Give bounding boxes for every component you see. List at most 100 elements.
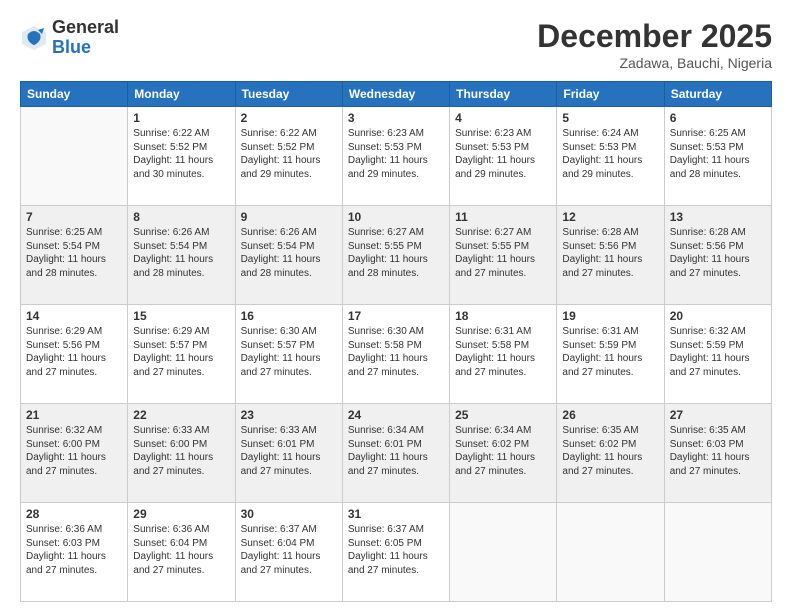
day-number: 5 <box>562 111 658 125</box>
cell-text: Sunrise: 6:32 AMSunset: 6:00 PMDaylight:… <box>26 424 122 478</box>
calendar-cell: 6 Sunrise: 6:25 AMSunset: 5:53 PMDaylight… <box>664 107 771 206</box>
day-number: 22 <box>133 408 229 422</box>
calendar-cell: 20 Sunrise: 6:32 AMSunset: 5:59 PMDayligh… <box>664 305 771 404</box>
day-number: 4 <box>455 111 551 125</box>
calendar-cell: 5Sunrise: 6:24 AMSunset: 5:53 PMDaylight… <box>557 107 664 206</box>
day-number: 31 <box>348 507 444 521</box>
weekday-header: Friday <box>557 82 664 107</box>
calendar-cell: 3 Sunrise: 6:23 AMSunset: 5:53 PMDaylight… <box>342 107 449 206</box>
month-title: December 2025 <box>537 18 772 55</box>
calendar-cell: 13Sunrise: 6:28 AMSunset: 5:56 PMDayligh… <box>664 206 771 305</box>
calendar-cell: 25Sunrise: 6:34 AMSunset: 6:02 PMDayligh… <box>450 404 557 503</box>
calendar-cell: 8Sunrise: 6:26 AMSunset: 5:54 PMDaylight… <box>128 206 235 305</box>
cell-text: Sunrise: 6:30 AMSunset: 5:57 PMDaylight:… <box>241 325 337 379</box>
calendar-cell: 28Sunrise: 6:36 AMSunset: 6:03 PMDayligh… <box>21 503 128 602</box>
calendar-row: 1 Sunrise: 6:22 AMSunset: 5:52 PMDaylight… <box>21 107 772 206</box>
weekday-header: Monday <box>128 82 235 107</box>
calendar-cell: 9Sunrise: 6:26 AMSunset: 5:54 PMDaylight… <box>235 206 342 305</box>
cell-text: Sunrise: 6:36 AMSunset: 6:04 PMDaylight:… <box>133 523 229 577</box>
day-number: 10 <box>348 210 444 224</box>
cell-text: Sunrise: 6:34 AMSunset: 6:02 PMDaylight:… <box>455 424 551 478</box>
cell-text: Sunrise: 6:23 AMSunset: 5:53 PMDaylight:… <box>455 127 551 181</box>
day-number: 2 <box>241 111 337 125</box>
calendar-cell: 18Sunrise: 6:31 AMSunset: 5:58 PMDayligh… <box>450 305 557 404</box>
cell-text: Sunrise: 6:29 AMSunset: 5:57 PMDaylight:… <box>133 325 229 379</box>
calendar-cell <box>21 107 128 206</box>
cell-text: Sunrise: 6:27 AMSunset: 5:55 PMDaylight:… <box>455 226 551 280</box>
cell-text: Sunrise: 6:27 AMSunset: 5:55 PMDaylight:… <box>348 226 444 280</box>
calendar-cell: 17 Sunrise: 6:30 AMSunset: 5:58 PMDayligh… <box>342 305 449 404</box>
day-number: 30 <box>241 507 337 521</box>
cell-text: Sunrise: 6:37 AMSunset: 6:05 PMDaylight:… <box>348 523 444 577</box>
day-number: 24 <box>348 408 444 422</box>
day-number: 14 <box>26 309 122 323</box>
weekday-header: Sunday <box>21 82 128 107</box>
logo-text: General Blue <box>52 18 119 58</box>
calendar-cell: 29Sunrise: 6:36 AMSunset: 6:04 PMDayligh… <box>128 503 235 602</box>
calendar-cell: 16 Sunrise: 6:30 AMSunset: 5:57 PMDayligh… <box>235 305 342 404</box>
day-number: 7 <box>26 210 122 224</box>
day-number: 1 <box>133 111 229 125</box>
calendar-body: 1 Sunrise: 6:22 AMSunset: 5:52 PMDaylight… <box>21 107 772 602</box>
logo-blue: Blue <box>52 38 119 58</box>
day-number: 9 <box>241 210 337 224</box>
calendar-row: 28Sunrise: 6:36 AMSunset: 6:03 PMDayligh… <box>21 503 772 602</box>
cell-text: Sunrise: 6:31 AMSunset: 5:58 PMDaylight:… <box>455 325 551 379</box>
cell-text: Sunrise: 6:33 AMSunset: 6:01 PMDaylight:… <box>241 424 337 478</box>
header: General Blue December 2025 Zadawa, Bauch… <box>20 18 772 71</box>
weekday-header: Wednesday <box>342 82 449 107</box>
page: General Blue December 2025 Zadawa, Bauch… <box>0 0 792 612</box>
calendar-cell: 1 Sunrise: 6:22 AMSunset: 5:52 PMDaylight… <box>128 107 235 206</box>
cell-text: Sunrise: 6:35 AMSunset: 6:03 PMDaylight:… <box>670 424 766 478</box>
calendar-cell: 12 Sunrise: 6:28 AMSunset: 5:56 PMDayligh… <box>557 206 664 305</box>
calendar-cell: 21 Sunrise: 6:32 AMSunset: 6:00 PMDayligh… <box>21 404 128 503</box>
calendar-cell: 24 Sunrise: 6:34 AMSunset: 6:01 PMDayligh… <box>342 404 449 503</box>
calendar-cell: 22 Sunrise: 6:33 AMSunset: 6:00 PMDayligh… <box>128 404 235 503</box>
calendar-cell: 31 Sunrise: 6:37 AMSunset: 6:05 PMDayligh… <box>342 503 449 602</box>
calendar-cell: 30 Sunrise: 6:37 AMSunset: 6:04 PMDayligh… <box>235 503 342 602</box>
calendar-header-row: SundayMondayTuesdayWednesdayThursdayFrid… <box>21 82 772 107</box>
day-number: 3 <box>348 111 444 125</box>
day-number: 19 <box>562 309 658 323</box>
calendar-cell <box>664 503 771 602</box>
calendar-cell: 4 Sunrise: 6:23 AMSunset: 5:53 PMDaylight… <box>450 107 557 206</box>
day-number: 23 <box>241 408 337 422</box>
calendar-cell: 23 Sunrise: 6:33 AMSunset: 6:01 PMDayligh… <box>235 404 342 503</box>
day-number: 21 <box>26 408 122 422</box>
cell-text: Sunrise: 6:29 AMSunset: 5:56 PMDaylight:… <box>26 325 122 379</box>
logo-general: General <box>52 18 119 38</box>
calendar-cell: 27Sunrise: 6:35 AMSunset: 6:03 PMDayligh… <box>664 404 771 503</box>
calendar-cell: 7Sunrise: 6:25 AMSunset: 5:54 PMDaylight… <box>21 206 128 305</box>
day-number: 13 <box>670 210 766 224</box>
calendar-cell: 15Sunrise: 6:29 AMSunset: 5:57 PMDayligh… <box>128 305 235 404</box>
day-number: 17 <box>348 309 444 323</box>
title-block: December 2025 Zadawa, Bauchi, Nigeria <box>537 18 772 71</box>
calendar-cell: 10 Sunrise: 6:27 AMSunset: 5:55 PMDayligh… <box>342 206 449 305</box>
cell-text: Sunrise: 6:31 AMSunset: 5:59 PMDaylight:… <box>562 325 658 379</box>
weekday-header: Saturday <box>664 82 771 107</box>
cell-text: Sunrise: 6:33 AMSunset: 6:00 PMDaylight:… <box>133 424 229 478</box>
cell-text: Sunrise: 6:23 AMSunset: 5:53 PMDaylight:… <box>348 127 444 181</box>
cell-text: Sunrise: 6:22 AMSunset: 5:52 PMDaylight:… <box>133 127 229 181</box>
cell-text: Sunrise: 6:36 AMSunset: 6:03 PMDaylight:… <box>26 523 122 577</box>
calendar-cell: 19 Sunrise: 6:31 AMSunset: 5:59 PMDayligh… <box>557 305 664 404</box>
day-number: 12 <box>562 210 658 224</box>
calendar-cell: 11 Sunrise: 6:27 AMSunset: 5:55 PMDayligh… <box>450 206 557 305</box>
cell-text: Sunrise: 6:37 AMSunset: 6:04 PMDaylight:… <box>241 523 337 577</box>
calendar-row: 7Sunrise: 6:25 AMSunset: 5:54 PMDaylight… <box>21 206 772 305</box>
day-number: 20 <box>670 309 766 323</box>
calendar-cell <box>450 503 557 602</box>
day-number: 6 <box>670 111 766 125</box>
calendar-cell: 14 Sunrise: 6:29 AMSunset: 5:56 PMDayligh… <box>21 305 128 404</box>
location: Zadawa, Bauchi, Nigeria <box>537 55 772 71</box>
cell-text: Sunrise: 6:30 AMSunset: 5:58 PMDaylight:… <box>348 325 444 379</box>
cell-text: Sunrise: 6:28 AMSunset: 5:56 PMDaylight:… <box>562 226 658 280</box>
cell-text: Sunrise: 6:32 AMSunset: 5:59 PMDaylight:… <box>670 325 766 379</box>
cell-text: Sunrise: 6:25 AMSunset: 5:53 PMDaylight:… <box>670 127 766 181</box>
cell-text: Sunrise: 6:22 AMSunset: 5:52 PMDaylight:… <box>241 127 337 181</box>
day-number: 11 <box>455 210 551 224</box>
cell-text: Sunrise: 6:34 AMSunset: 6:01 PMDaylight:… <box>348 424 444 478</box>
calendar-cell: 26Sunrise: 6:35 AMSunset: 6:02 PMDayligh… <box>557 404 664 503</box>
day-number: 16 <box>241 309 337 323</box>
cell-text: Sunrise: 6:26 AMSunset: 5:54 PMDaylight:… <box>133 226 229 280</box>
